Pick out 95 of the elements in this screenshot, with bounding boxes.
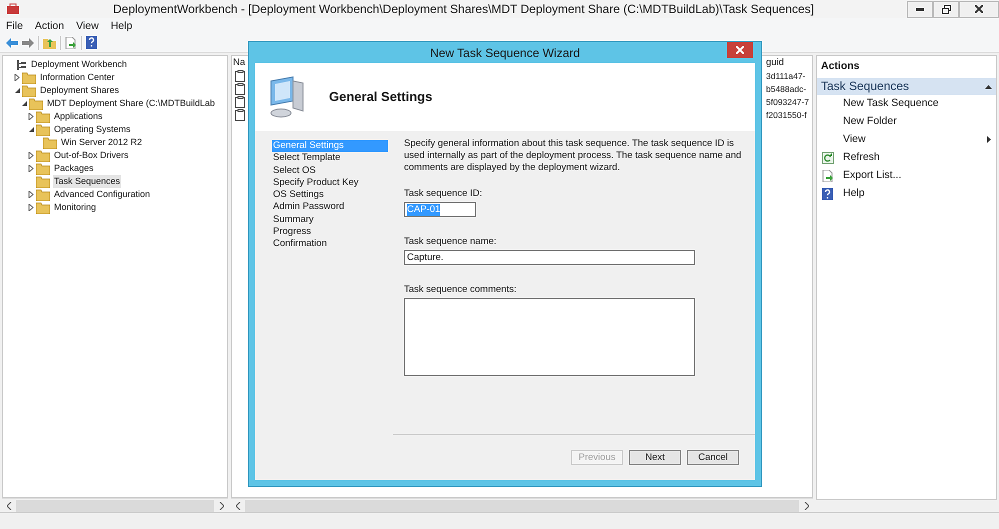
- wizard-button[interactable]: Cancel: [687, 450, 739, 465]
- wizard-step[interactable]: Summary: [272, 214, 393, 226]
- table-cell-text: 5f093247-7: [766, 96, 810, 109]
- field-label: Task sequence name:: [404, 236, 498, 248]
- expanded-caret-icon[interactable]: [14, 87, 20, 94]
- action-link[interactable]: Export List...: [843, 168, 991, 184]
- tree-item[interactable]: Deployment Workbench: [30, 58, 128, 71]
- tree-item[interactable]: Packages: [53, 162, 95, 175]
- column-header[interactable]: guid: [766, 56, 812, 70]
- wizard-step[interactable]: Select OS: [272, 164, 393, 177]
- close-button[interactable]: [727, 42, 753, 58]
- export-icon: [822, 170, 834, 182]
- tree-item[interactable]: Operating Systems: [53, 123, 132, 136]
- collapsed-caret-icon[interactable]: [28, 191, 34, 198]
- help-icon[interactable]: [86, 36, 97, 49]
- refresh-icon: [822, 152, 834, 164]
- text-field[interactable]: Capture.: [404, 250, 695, 265]
- actions-title: Actions: [820, 59, 861, 74]
- wizard-step[interactable]: Confirmation: [272, 238, 393, 251]
- tree-item[interactable]: MDT Deployment Share (C:\MDTBuildLab: [46, 97, 216, 110]
- close-icon: [736, 46, 744, 54]
- field-value: Capture.: [407, 252, 444, 264]
- wizard-step[interactable]: Admin Password: [272, 201, 393, 214]
- action-link[interactable]: Refresh: [843, 150, 991, 166]
- folder-icon: [36, 176, 50, 188]
- tree-item[interactable]: Advanced Configuration: [53, 188, 152, 201]
- action-link[interactable]: New Folder: [843, 114, 991, 130]
- tree-item[interactable]: Deployment Shares: [39, 84, 120, 97]
- tree-item[interactable]: Out-of-Box Drivers: [53, 149, 130, 162]
- collapse-caret-icon[interactable]: [985, 84, 992, 89]
- wizard-step[interactable]: Specify Product Key: [272, 176, 393, 190]
- restore-icon: [942, 4, 950, 14]
- wizard-heading: General Settings: [329, 88, 432, 106]
- tree-item[interactable]: Win Server 2012 R2: [60, 136, 144, 149]
- expanded-caret-icon[interactable]: [28, 126, 34, 133]
- help-icon: [822, 188, 834, 200]
- section-header[interactable]: Task Sequences: [817, 78, 996, 95]
- dialog-title: New Task Sequence Wizard: [430, 44, 580, 62]
- collapsed-caret-icon[interactable]: [28, 165, 34, 172]
- minimize-icon: [916, 8, 924, 10]
- minimize-button[interactable]: [907, 0, 933, 18]
- field-value: CAP-01: [407, 204, 440, 216]
- field-label: Task sequence ID:: [404, 188, 484, 200]
- folder-icon: [36, 124, 50, 136]
- comments-field[interactable]: [404, 298, 695, 376]
- workbench-icon: [15, 58, 27, 70]
- column-header[interactable]: Na: [232, 56, 248, 70]
- menu-item[interactable]: Action: [28, 18, 70, 32]
- wizard-step[interactable]: Progress: [272, 226, 393, 238]
- export-list-icon[interactable]: [65, 36, 77, 48]
- close-button[interactable]: [959, 0, 999, 18]
- submenu-arrow-icon: [987, 136, 991, 144]
- folder-up-icon[interactable]: [43, 36, 56, 48]
- folder-icon: [36, 202, 50, 214]
- wizard-step[interactable]: OS Settings: [272, 189, 393, 202]
- forward-arrow-icon[interactable]: [22, 38, 34, 48]
- folder-icon: [22, 84, 36, 96]
- menu-item[interactable]: File: [0, 18, 29, 32]
- collapsed-caret-icon[interactable]: [28, 152, 34, 159]
- folder-icon: [36, 150, 50, 162]
- tree-item[interactable]: Information Center: [39, 71, 116, 84]
- folder-icon: [36, 162, 50, 174]
- description-text: Specify general information about this task sequence. The task sequence ID is used internally as part of the deployment process. The task sequence name and comments are displayed by the deployment wizard.: [404, 138, 742, 174]
- window-title: DeploymentWorkbench - [Deployment Workbench\Deployment Shares\MDT Deployment Share (C:\MDTBuildLab)\Task Sequences]: [112, 1, 815, 18]
- collapsed-caret-icon[interactable]: [28, 204, 34, 211]
- table-cell-text: 3d111a47-: [766, 70, 806, 83]
- toolbox-icon: [6, 3, 20, 15]
- folder-icon: [29, 98, 43, 110]
- folder-icon: [22, 72, 36, 84]
- tree-item[interactable]: Task Sequences: [53, 175, 122, 188]
- collapsed-caret-icon[interactable]: [28, 113, 34, 120]
- folder-icon: [43, 136, 57, 148]
- tree-item[interactable]: Applications: [53, 110, 104, 123]
- collapsed-caret-icon[interactable]: [14, 74, 20, 81]
- folder-icon: [36, 188, 50, 200]
- task-sequence-icon: [235, 96, 246, 108]
- folder-icon: [36, 110, 50, 122]
- wizard-step[interactable]: Select Template: [272, 152, 393, 165]
- close-icon: [975, 5, 983, 13]
- menu-item[interactable]: View: [70, 18, 105, 32]
- task-sequence-icon: [235, 109, 246, 121]
- expanded-caret-icon[interactable]: [20, 100, 28, 107]
- action-link[interactable]: New Task Sequence: [843, 96, 991, 112]
- action-link[interactable]: Help: [843, 186, 991, 202]
- task-sequence-icon: [235, 70, 246, 82]
- restore-button[interactable]: [933, 0, 959, 18]
- task-sequence-icon: [235, 83, 246, 95]
- wizard-button[interactable]: Next: [629, 450, 681, 465]
- field-label: Task sequence comments:: [404, 284, 518, 296]
- table-cell-text: f2031550-f: [766, 109, 808, 122]
- tree-item[interactable]: Monitoring: [53, 201, 98, 214]
- table-cell-text: b5488adc-: [766, 83, 808, 96]
- back-arrow-icon[interactable]: [6, 38, 18, 48]
- menu-item[interactable]: Help: [104, 18, 138, 32]
- action-link[interactable]: View: [843, 132, 978, 148]
